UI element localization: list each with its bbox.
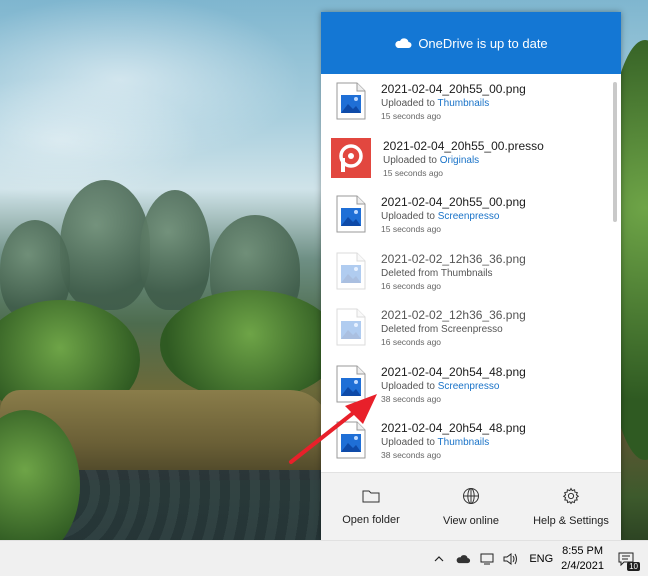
item-time: 15 seconds ago [381,224,442,234]
item-folder-link[interactable]: Screenpresso [438,381,500,392]
item-action: Deleted from Screenpresso [381,324,503,335]
image-file-icon [333,251,369,291]
item-filename: 2021-02-04_20h54_48.png [381,421,526,435]
item-folder-link[interactable]: Thumbnails [438,437,490,448]
item-action: Deleted from Thumbnails [381,267,493,279]
folder-icon [362,490,380,503]
language-indicator[interactable]: ENG [529,553,553,565]
item-filename: 2021-02-04_20h54_48.png [381,364,526,379]
item-action: Uploaded to [381,98,435,109]
list-item[interactable]: 2021-02-04_20h55_00.png Uploaded to Thumb… [321,74,621,131]
clock-time: 8:55 PM [562,544,604,557]
cloud-icon [395,38,412,48]
gear-icon [562,487,580,505]
item-folder-link[interactable]: Screenpresso [438,211,500,222]
clock[interactable]: 8:55 PM 2/4/2021 [561,544,604,574]
item-status: Deleted from Thumbnails [381,267,526,281]
globe-icon [463,488,479,504]
taskbar: ENG 8:55 PM 2/4/2021 10 [0,540,648,576]
item-status: Uploaded to Thumbnails [381,97,526,111]
open-folder-button[interactable]: Open folder [324,488,419,526]
item-status: Uploaded to Thumbnails [381,436,526,450]
list-item[interactable]: 2021-02-02_12h36_36.png Deleted from Thum… [321,244,621,301]
item-filename: 2021-02-02_12h36_36.png [381,308,526,322]
item-folder-link[interactable]: Thumbnails [438,98,490,109]
item-time: 38 seconds ago [381,393,442,404]
header-title: OneDrive is up to date [418,35,548,51]
item-folder-link[interactable]: Originals [440,155,479,166]
item-filename: 2021-02-04_20h55_00.presso [383,138,544,153]
item-text-group: 2021-02-04_20h55_00.png Uploaded to Thumb… [381,81,526,122]
view-online-button[interactable]: View online [424,487,519,527]
network-icon[interactable] [477,549,497,569]
item-text-group: 2021-02-04_20h54_48.png Uploaded to Thumb… [381,420,526,461]
screenpresso-file-icon [331,137,371,178]
action-center-button[interactable]: 10 [614,547,640,571]
list-item[interactable]: 2021-02-02_12h36_36.png Deleted from Scre… [321,300,621,357]
item-action: Uploaded to [381,437,435,448]
item-filename: 2021-02-04_20h55_00.png [381,82,526,96]
clock-date: 2/4/2021 [561,559,604,572]
help-settings-button[interactable]: Help & Settings [524,487,619,527]
item-status: Uploaded to Screenpresso [381,210,526,224]
chevron-up-icon[interactable] [429,549,449,569]
red-arrow-icon [289,394,377,464]
list-item[interactable]: 2021-02-04_20h55_00.png Uploaded to Scree… [321,187,621,244]
item-time: 15 seconds ago [381,111,442,121]
item-text-group: 2021-02-02_12h36_36.png Deleted from Thum… [381,251,526,292]
item-action: Uploaded to [381,211,435,222]
list-item[interactable]: 2021-02-04_20h55_00.presso Uploaded to Or… [321,131,621,188]
image-file-icon [333,194,369,234]
item-status: Deleted from Screenpresso [381,323,526,337]
item-action: Uploaded to [383,154,437,166]
notification-count: 10 [627,561,640,571]
panel-header: OneDrive is up to date [321,12,621,74]
panel-footer: Open folder View online Help & Settings [321,472,621,541]
item-time: 15 seconds ago [383,167,444,178]
item-filename: 2021-02-04_20h55_00.png [381,195,526,209]
item-time: 38 seconds ago [381,450,442,460]
item-time: 16 seconds ago [381,280,442,291]
open-folder-label: Open folder [342,514,400,526]
item-text-group: 2021-02-04_20h55_00.png Uploaded to Scree… [381,194,526,235]
wallpaper-tree [60,180,150,310]
item-filename: 2021-02-02_12h36_36.png [381,251,526,266]
wallpaper-tree [140,190,210,310]
item-text-group: 2021-02-04_20h55_00.presso Uploaded to Or… [383,138,544,179]
image-file-icon [333,307,369,347]
view-online-label: View online [442,515,500,527]
item-time: 16 seconds ago [381,337,442,347]
item-text-group: 2021-02-02_12h36_36.png Deleted from Scre… [381,307,526,348]
image-file-icon [333,81,369,121]
scrollbar-thumb[interactable] [613,82,617,222]
wallpaper-bush [160,290,340,400]
volume-icon[interactable] [501,549,521,569]
item-action: Uploaded to [381,380,435,392]
item-status: Uploaded to Screenpresso [381,380,526,394]
help-settings-label: Help & Settings [533,515,609,527]
item-text-group: 2021-02-04_20h54_48.png Uploaded to Scree… [381,364,526,405]
item-status: Uploaded to Originals [383,154,544,168]
onedrive-tray-icon[interactable] [453,549,473,569]
